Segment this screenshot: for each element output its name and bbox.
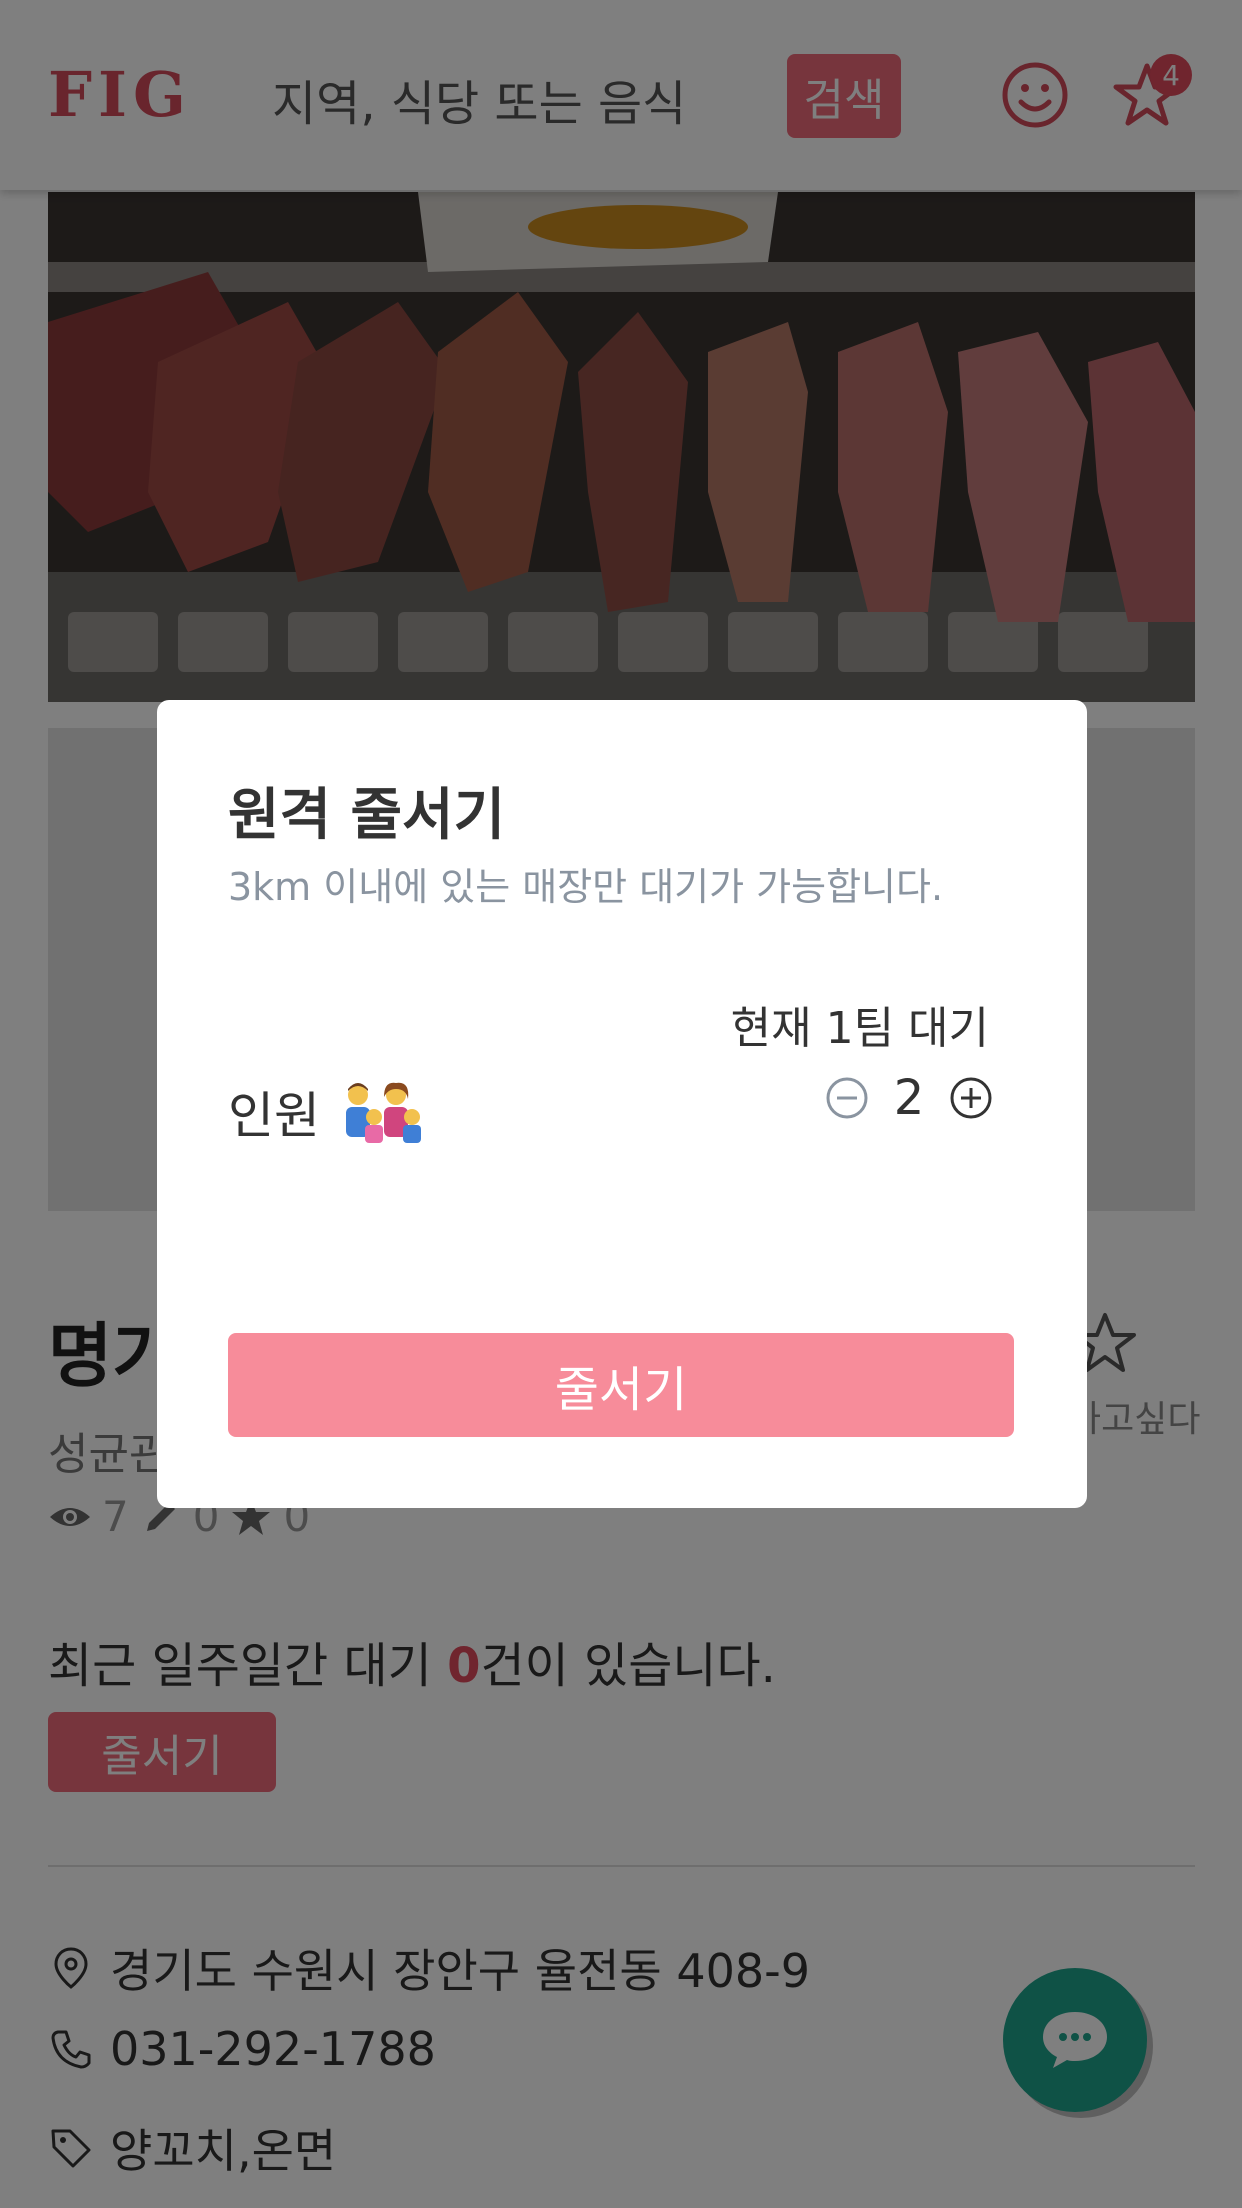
minus-circle-icon[interactable] [825, 1076, 869, 1120]
current-wait-text: 현재 1팀 대기 [730, 1003, 989, 1054]
plus-circle-icon[interactable] [949, 1076, 993, 1120]
remote-queue-modal: 원격 줄서기 3km 이내에 있는 매장만 대기가 가능합니다. 현재 1팀 대… [157, 700, 1087, 1508]
people-label: 인원 [228, 1087, 320, 1145]
people-label-row: 인원 [228, 1076, 426, 1148]
submit-queue-button[interactable]: 줄서기 [228, 1333, 1014, 1437]
people-count: 2 [893, 1070, 925, 1126]
modal-subtitle: 3km 이내에 있는 매장만 대기가 가능합니다. [228, 865, 944, 909]
family-icon [346, 1082, 421, 1143]
modal-title: 원격 줄서기 [228, 783, 506, 848]
people-stepper: 2 [825, 1070, 993, 1126]
